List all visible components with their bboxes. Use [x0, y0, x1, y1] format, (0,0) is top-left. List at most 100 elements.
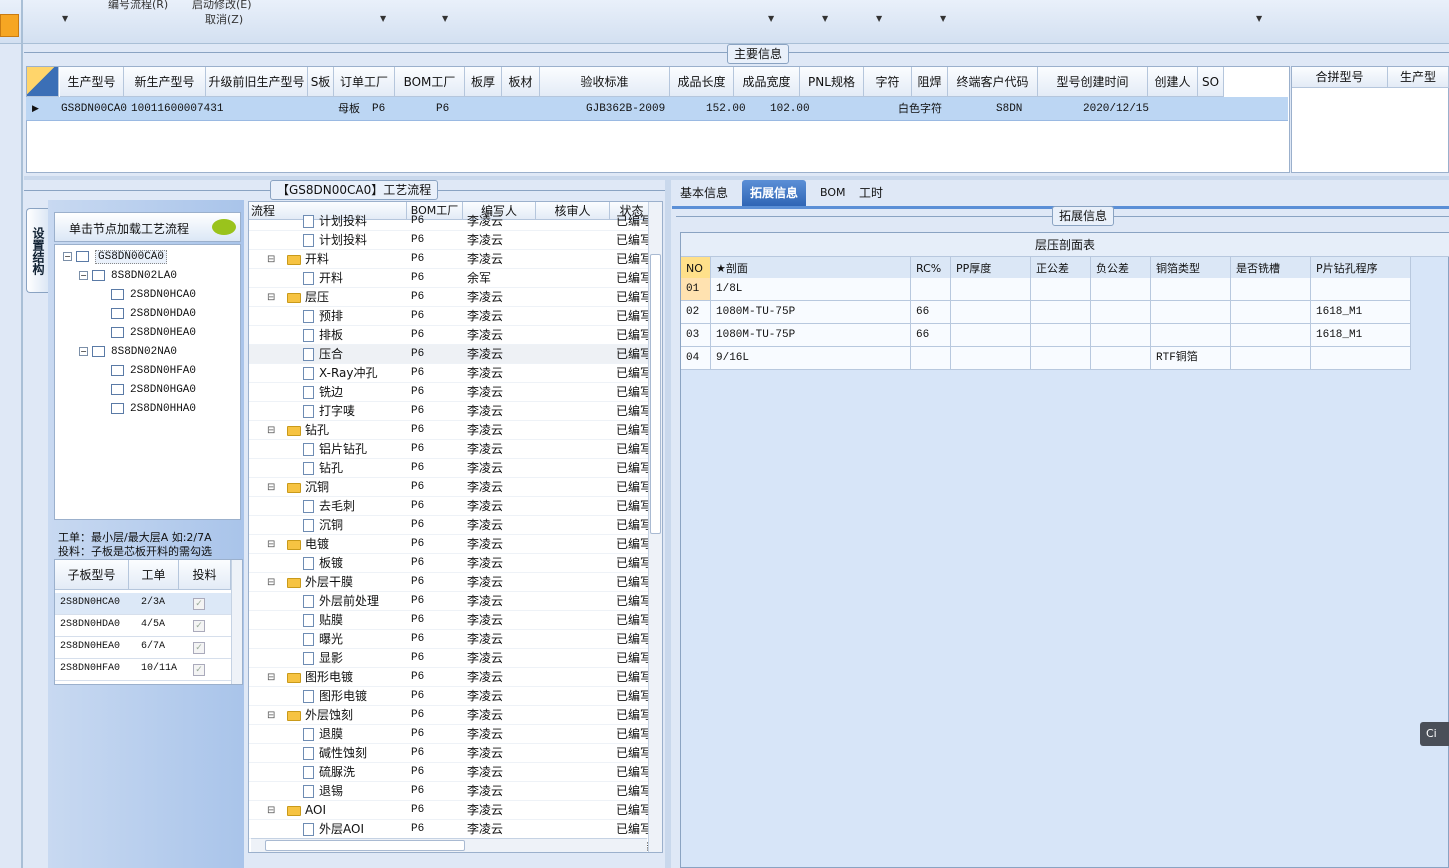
flow-row[interactable]: 开料 P6 余军 已编写 — [249, 269, 654, 288]
ext-cell[interactable] — [1091, 347, 1151, 370]
tab-basic-info[interactable]: 基本信息 — [672, 180, 736, 206]
col-main[interactable]: 阻焊 — [912, 67, 948, 97]
ext-cell[interactable] — [1031, 301, 1091, 324]
flow-row[interactable]: ⊟ 钻孔 P6 李凌云 已编写 — [249, 421, 654, 440]
col-ext[interactable]: 铜箔类型 — [1151, 257, 1231, 280]
chevron-down-icon[interactable]: ▼ — [768, 14, 774, 23]
chevron-down-icon[interactable]: ▼ — [380, 14, 386, 23]
col-main[interactable]: 型号创建时间 — [1038, 67, 1148, 97]
ext-cell[interactable] — [1231, 301, 1311, 324]
ext-cell[interactable] — [951, 301, 1031, 324]
ext-cell[interactable]: 01 — [681, 278, 711, 301]
checkbox[interactable]: ✓ — [193, 664, 205, 676]
col-main[interactable]: 升级前旧生产型号 — [206, 67, 308, 97]
flow-row[interactable]: 外层前处理 P6 李凌云 已编写 — [249, 592, 654, 611]
tree-node[interactable]: 2S8DN0HDA0 — [111, 304, 196, 322]
col-main[interactable]: 板材 — [502, 67, 540, 97]
col-sub-model[interactable]: 子板型号 — [55, 560, 129, 590]
ext-cell[interactable]: 03 — [681, 324, 711, 347]
flow-row[interactable]: ⊟ 电镀 P6 李凌云 已编写 — [249, 535, 654, 554]
flow-row[interactable]: ⊟ 层压 P6 李凌云 已编写 — [249, 288, 654, 307]
collapse-icon[interactable]: ⊟ — [267, 535, 275, 554]
collapse-icon[interactable]: ⊟ — [267, 250, 275, 269]
col-ext[interactable]: P片钻孔程序 — [1311, 257, 1411, 280]
checkbox[interactable]: ✓ — [193, 642, 205, 654]
tab-work-hours[interactable]: 工时 — [851, 180, 891, 206]
chevron-down-icon[interactable]: ▼ — [442, 14, 448, 23]
col-ext[interactable]: 是否铣槽 — [1231, 257, 1311, 280]
ext-cell[interactable] — [951, 347, 1031, 370]
col-ext[interactable]: RC% — [911, 257, 951, 280]
flow-row[interactable]: 板镀 P6 李凌云 已编写 — [249, 554, 654, 573]
col-workorder[interactable]: 工单 — [129, 560, 179, 590]
col-main[interactable]: 板厚 — [465, 67, 502, 97]
flow-row[interactable]: 退膜 P6 李凌云 已编写 — [249, 725, 654, 744]
ext-cell[interactable] — [911, 278, 951, 301]
ext-cell[interactable] — [1031, 278, 1091, 301]
tab-extended-info[interactable]: 拓展信息 — [742, 180, 807, 206]
chevron-down-icon[interactable]: ▼ — [822, 14, 828, 23]
tab-bom[interactable]: BOM — [812, 180, 854, 206]
flow-row[interactable]: 外层AOI P6 李凌云 已编写 — [249, 820, 654, 839]
ext-cell[interactable] — [1231, 324, 1311, 347]
tree-node[interactable]: −8S8DN02NA0 — [79, 342, 177, 360]
flow-row[interactable]: 排板 P6 李凌云 已编写 — [249, 326, 654, 345]
scrollbar[interactable] — [231, 560, 242, 684]
flow-row[interactable]: 铣边 P6 李凌云 已编写 — [249, 383, 654, 402]
col-merge-model[interactable]: 合拼型号 — [1292, 67, 1388, 88]
scrollbar[interactable] — [648, 202, 662, 852]
col-ext[interactable]: ★剖面 — [711, 257, 911, 280]
tab-structure[interactable]: 设置结构 — [26, 208, 48, 293]
ext-cell[interactable] — [1311, 347, 1411, 370]
flow-row[interactable]: ⊟ 图形电镀 P6 李凌云 已编写 — [249, 668, 654, 687]
flow-row[interactable]: 碱性蚀刻 P6 李凌云 已编写 — [249, 744, 654, 763]
ext-cell[interactable] — [1311, 278, 1411, 301]
tree-node[interactable]: 2S8DN0HCA0 — [111, 285, 196, 303]
collapse-icon[interactable]: ⊟ — [267, 288, 275, 307]
ext-cell[interactable] — [1091, 324, 1151, 347]
col-main[interactable]: S板 — [308, 67, 334, 97]
hscrollbar[interactable] — [251, 838, 647, 852]
flow-row[interactable]: ⊟ 沉铜 P6 李凌云 已编写 — [249, 478, 654, 497]
flow-row[interactable]: 图形电镀 P6 李凌云 已编写 — [249, 687, 654, 706]
ext-cell[interactable] — [911, 347, 951, 370]
flow-row[interactable]: 钻孔 P6 李凌云 已编写 — [249, 459, 654, 478]
ext-cell[interactable] — [1151, 324, 1231, 347]
flow-row[interactable]: 预排 P6 李凌云 已编写 — [249, 307, 654, 326]
collapse-icon[interactable]: ⊟ — [267, 668, 275, 687]
col-main[interactable]: 终端客户代码 — [948, 67, 1038, 97]
flow-row[interactable]: 沉铜 P6 李凌云 已编写 — [249, 516, 654, 535]
flow-row[interactable]: 显影 P6 李凌云 已编写 — [249, 649, 654, 668]
col-main[interactable]: 创建人 — [1148, 67, 1198, 97]
ext-cell[interactable]: 1/8L — [711, 278, 911, 301]
table-row[interactable]: 2S8DN0HCA0 2/3A ✓ — [55, 593, 231, 615]
col-main[interactable]: 验收标准 — [540, 67, 670, 97]
flow-row[interactable]: 计划投料 P6 李凌云 已编写 — [249, 212, 654, 231]
ext-cell[interactable] — [1091, 278, 1151, 301]
flow-row[interactable]: ⊟ 外层蚀刻 P6 李凌云 已编写 — [249, 706, 654, 725]
col-main[interactable]: 字符 — [864, 67, 912, 97]
flow-row[interactable]: ⊟ 开料 P6 李凌云 已编写 — [249, 250, 654, 269]
ext-cell[interactable]: RTF铜箔 — [1151, 347, 1231, 370]
table-row[interactable]: 2S8DN0HEA0 6/7A ✓ — [55, 637, 231, 659]
grid-corner[interactable] — [27, 67, 59, 97]
ext-cell[interactable]: 1080M-TU-75P — [711, 301, 911, 324]
floating-button[interactable]: Ci — [1420, 722, 1449, 746]
menu-renumber[interactable]: 编号流程(R) — [108, 0, 168, 12]
flow-row[interactable]: 去毛刺 P6 李凌云 已编写 — [249, 497, 654, 516]
checkbox[interactable]: ✓ — [193, 620, 205, 632]
ext-cell[interactable]: 66 — [911, 301, 951, 324]
collapse-icon[interactable]: ⊟ — [267, 421, 275, 440]
col-main[interactable]: 生产型号 — [60, 67, 124, 97]
col-main[interactable]: PNL规格 — [800, 67, 864, 97]
col-main[interactable]: 新生产型号 — [124, 67, 206, 97]
flow-row[interactable]: 曝光 P6 李凌云 已编写 — [249, 630, 654, 649]
table-row[interactable]: 2S8DN0HFA0 10/11A ✓ — [55, 659, 231, 681]
flow-row[interactable]: 贴膜 P6 李凌云 已编写 — [249, 611, 654, 630]
ext-cell[interactable] — [1091, 301, 1151, 324]
flow-row[interactable]: 压合 P6 李凌云 已编写 — [249, 345, 654, 364]
tree-node[interactable]: 2S8DN0HGA0 — [111, 380, 196, 398]
ext-cell[interactable] — [1151, 301, 1231, 324]
flow-row[interactable]: 退锡 P6 李凌云 已编写 — [249, 782, 654, 801]
collapse-icon[interactable]: ⊟ — [267, 706, 275, 725]
